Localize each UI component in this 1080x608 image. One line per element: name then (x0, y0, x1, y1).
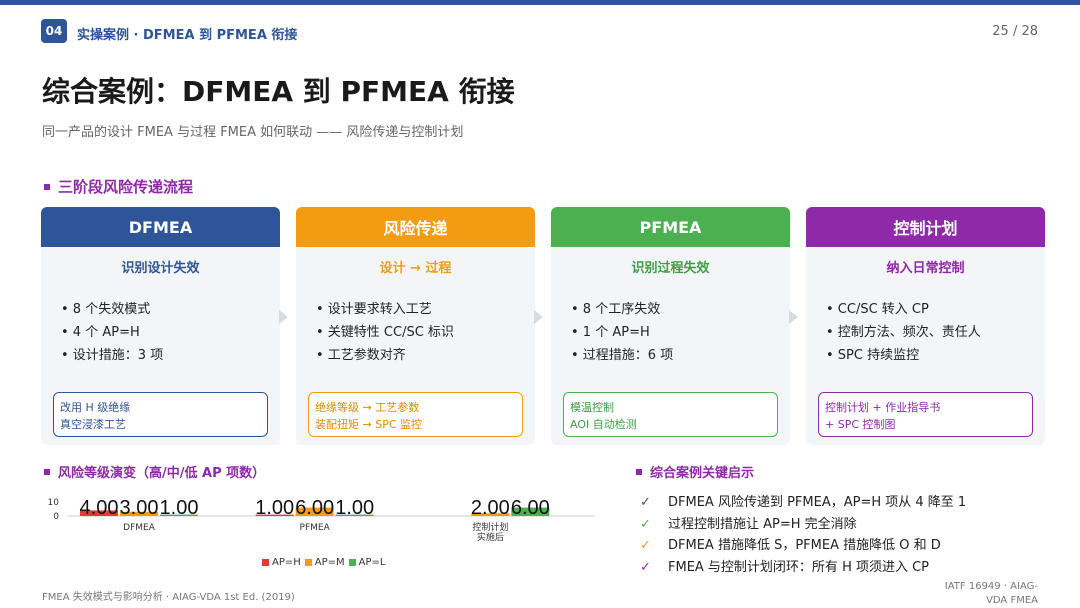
footer-standard: IATF 16949 · AIAG- VDA FMEA (928, 580, 1038, 608)
legend-item-ap-m: AP=M (304, 557, 345, 568)
check-icon: ✓ (640, 559, 651, 575)
x-tick-label: 实施后 (477, 531, 504, 543)
card-list: • CC/SC 转入 CP • 控制方法、频次、责任人 • SPC 持续监控 (826, 298, 1045, 367)
list-item: • 过程措施：6 项 (571, 348, 674, 363)
chart-heading-text: 风险等级演变（高/中/低 AP 项数） (58, 466, 266, 481)
chart-legend: AP=H AP=M AP=L (262, 557, 390, 568)
insight-text: FMEA 与控制计划闭环：所有 H 项须进入 CP (668, 559, 930, 575)
card-note: 绝缘等级 → 工艺参数 装配扭矩 → SPC 监控 (308, 392, 523, 437)
check-icon: ✓ (640, 495, 651, 510)
arrow-right-icon (789, 310, 798, 324)
note-line: 模温控制 (570, 401, 614, 414)
section-title: 实操案例 · DFMEA 到 PFMEA 衔接 (77, 28, 298, 43)
list-item: ✓ FMEA 与控制计划闭环：所有 H 项须进入 CP (640, 557, 966, 579)
card-list: • 8 个失效模式 • 4 个 AP=H • 设计措施：3 项 (61, 298, 280, 367)
list-item: • SPC 持续监控 (826, 348, 920, 363)
note-line: 装配扭矩 → SPC 监控 (315, 418, 423, 431)
list-item: • 设计要求转入工艺 (316, 302, 432, 317)
footer-source: FMEA 失效模式与影响分析 · AIAG-VDA 1st Ed. (2019) (42, 592, 295, 603)
page-title: 综合案例：DFMEA 到 PFMEA 衔接 (42, 75, 515, 108)
list-item: • 1 个 AP=H (571, 325, 650, 340)
stage-card-pfmea: PFMEA 识别过程失效 • 8 个工序失效 • 1 个 AP=H • 过程措施… (551, 207, 790, 445)
list-item: • 设计措施：3 项 (61, 348, 164, 363)
stage-card-risk-transfer: 风险传递 设计 → 过程 • 设计要求转入工艺 • 关键特性 CC/SC 标识 … (296, 207, 535, 445)
list-item: • CC/SC 转入 CP (826, 302, 929, 317)
note-line: 改用 H 级绝缘 (60, 401, 131, 414)
data-label: 1.00 (160, 497, 199, 519)
card-note: 控制计划 + 作业指导书 + SPC 控制图 (818, 392, 1033, 437)
insight-text: 过程控制措施让 AP=H 完全消除 (668, 516, 857, 532)
card-subtitle: 识别过程失效 (631, 261, 710, 276)
card-list: • 8 个工序失效 • 1 个 AP=H • 过程措施：6 项 (571, 298, 790, 367)
page-number: 25 / 28 (992, 24, 1038, 39)
list-item: • 8 个失效模式 (61, 302, 151, 317)
footer-standard-line: IATF 16949 · AIAG- (944, 581, 1038, 592)
card-header: 风险传递 (296, 207, 535, 247)
flow-heading: 三阶段风险传递流程 (44, 176, 193, 197)
card-list: • 设计要求转入工艺 • 关键特性 CC/SC 标识 • 工艺参数对齐 (316, 298, 535, 367)
y-tick-label: 10 (48, 498, 60, 508)
note-line: 绝缘等级 → 工艺参数 (315, 401, 420, 414)
section-number-badge: 04 (41, 19, 67, 43)
card-header: DFMEA (41, 207, 280, 247)
card-note: 模温控制 AOI 自动检测 (563, 392, 778, 437)
data-label: 1.00 (255, 497, 294, 519)
data-label: 3.00 (120, 497, 159, 519)
list-item: • 控制方法、频次、责任人 (826, 325, 981, 340)
x-tick-label: PFMEA (300, 523, 331, 533)
note-line: + SPC 控制图 (825, 418, 896, 431)
note-line: 真空浸漆工艺 (60, 418, 126, 431)
x-tick-label: DFMEA (123, 523, 156, 533)
insight-text: DFMEA 风险传递到 PFMEA，AP=H 项从 4 降至 1 (668, 495, 967, 510)
data-label: 1.00 (335, 497, 374, 519)
list-item: ✓ DFMEA 风险传递到 PFMEA，AP=H 项从 4 降至 1 (640, 492, 966, 514)
insight-text: DFMEA 措施降低 S，PFMEA 措施降低 O 和 D (668, 538, 941, 553)
x-tick-label: 控制计划 (472, 521, 508, 533)
insights-heading: 综合案例关键启示 (636, 462, 754, 481)
card-subtitle: 纳入日常控制 (886, 261, 965, 276)
note-line: AOI 自动检测 (570, 418, 637, 431)
square-bullet-icon (636, 468, 642, 475)
y-tick-label: 0 (53, 512, 59, 522)
card-note: 改用 H 级绝缘 真空浸漆工艺 (53, 392, 268, 437)
list-item: ✓ DFMEA 措施降低 S，PFMEA 措施降低 O 和 D (640, 535, 966, 557)
data-label: 2.00 (471, 497, 510, 519)
check-icon: ✓ (640, 538, 651, 553)
footer-standard-line: VDA FMEA (986, 595, 1038, 606)
list-item: • 8 个工序失效 (571, 302, 661, 317)
list-item: • 4 个 AP=H (61, 325, 140, 340)
card-subtitle: 识别设计失效 (121, 261, 200, 276)
flow-heading-text: 三阶段风险传递流程 (58, 178, 194, 196)
square-bullet-icon (44, 468, 50, 475)
card-subtitle: 设计 → 过程 (379, 261, 452, 276)
legend-item-ap-h: AP=H (262, 557, 301, 568)
note-line: 控制计划 + 作业指导书 (825, 401, 941, 414)
list-item: • 工艺参数对齐 (316, 348, 406, 363)
card-header: PFMEA (551, 207, 790, 247)
insights-list: ✓ DFMEA 风险传递到 PFMEA，AP=H 项从 4 降至 1 ✓ 过程控制措… (640, 492, 966, 578)
arrow-right-icon (279, 310, 288, 324)
insights-heading-text: 综合案例关键启示 (650, 466, 755, 481)
legend-item-ap-l: AP=L (348, 557, 386, 568)
top-accent-bar (0, 0, 1080, 5)
check-icon: ✓ (640, 516, 651, 532)
square-bullet-icon (44, 183, 50, 190)
page-subtitle: 同一产品的设计 FMEA 与过程 FMEA 如何联动 —— 风险传递与控制计划 (42, 125, 464, 140)
stage-card-dfmea: DFMEA 识别设计失效 • 8 个失效模式 • 4 个 AP=H • 设计措施… (41, 207, 280, 445)
card-header: 控制计划 (806, 207, 1045, 247)
list-item: ✓ 过程控制措施让 AP=H 完全消除 (640, 514, 966, 536)
stage-card-control-plan: 控制计划 纳入日常控制 • CC/SC 转入 CP • 控制方法、频次、责任人 … (806, 207, 1045, 445)
arrow-right-icon (534, 310, 543, 324)
data-label: 4.00 (80, 497, 119, 519)
risk-level-chart: 100 4.00 3.00 1.00DFMEA1.00 6.00 1.00PFMEA2.0… (48, 497, 595, 543)
list-item: • 关键特性 CC/SC 标识 (316, 325, 454, 340)
data-label: 6.00 (295, 497, 334, 519)
chart-heading: 风险等级演变（高/中/低 AP 项数） (44, 462, 265, 481)
data-label: 6.00 (511, 497, 550, 519)
